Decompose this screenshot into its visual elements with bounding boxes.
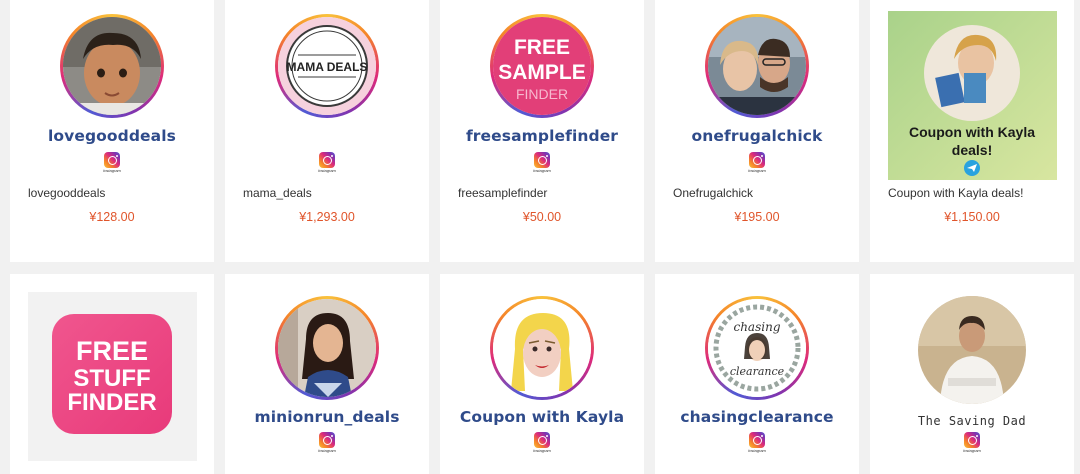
product-card[interactable]: minionrun_deals Instagram [225,274,429,474]
product-card[interactable]: The Saving Dad Instagram [870,274,1074,474]
account-handle[interactable]: chasingclearance [655,408,859,426]
svg-text:Coupon with Kayla: Coupon with Kayla [909,124,1035,140]
svg-text:deals!: deals! [952,142,992,158]
product-card[interactable]: FREE STUFF FINDER [10,274,214,474]
account-handle[interactable]: minionrun_deals [225,408,429,426]
product-name[interactable]: freesamplefinder [458,186,547,200]
product-card[interactable]: onefrugalchick Instagram Onefrugalchick … [655,0,859,262]
instagram-icon: Instagram [103,152,121,174]
product-grid: lovegooddeals Instagram lovegooddeals ¥1… [0,0,1080,474]
product-price: ¥128.00 [89,210,135,224]
svg-text:FINDER: FINDER [67,389,156,416]
instagram-icon: Instagram [748,152,766,174]
avatar-ring [490,296,594,400]
product-card[interactable]: lovegooddeals Instagram lovegooddeals ¥1… [10,0,214,262]
instagram-icon: Instagram [533,432,551,454]
product-price: ¥50.00 [522,210,562,224]
account-handle[interactable]: freesamplefinder [440,127,644,145]
product-card[interactable]: Coupon with Kayla Instagram [440,274,644,474]
avatar [278,299,376,397]
avatar: MAMA DEALS [278,17,376,115]
avatar [63,17,161,115]
account-handle[interactable]: Coupon with Kayla [440,408,644,426]
avatar-ring: MAMA DEALS [275,14,379,118]
avatar: chasing clearance [708,299,806,397]
svg-text:STUFF: STUFF [73,365,150,392]
svg-text:clearance: clearance [730,365,785,378]
product-name[interactable]: mama_deals [243,186,312,200]
product-price: ¥1,150.00 [944,210,1000,224]
instagram-icon: Instagram [318,152,336,174]
product-price: ¥1,293.00 [299,210,355,224]
avatar [918,296,1026,404]
product-name[interactable]: Coupon with Kayla deals! [888,186,1023,200]
product-card[interactable]: MAMA DEALS Instagram mama_deals ¥1,293.0… [225,0,429,262]
product-card[interactable]: FREE SAMPLE FINDER freesamplefinder Inst… [440,0,644,262]
account-handle[interactable]: onefrugalchick [655,127,859,145]
svg-text:FREE: FREE [514,36,570,59]
product-card[interactable]: chasing clearance chasingclearance Insta… [655,274,859,474]
svg-text:chasing: chasing [733,320,780,334]
avatar-ring: chasing clearance [705,296,809,400]
product-card[interactable]: Coupon with Kayla deals! Coupon with Kay… [870,0,1074,262]
avatar-ring: FREE SAMPLE FINDER [490,14,594,118]
product-name[interactable]: Onefrugalchick [673,186,753,200]
avatar: FREE SAMPLE FINDER [493,17,591,115]
avatar-ring [705,14,809,118]
instagram-icon: Instagram [748,432,766,454]
account-handle[interactable]: lovegooddeals [10,127,214,145]
product-image: Coupon with Kayla deals! [888,11,1057,180]
svg-text:FINDER: FINDER [516,86,568,102]
account-handle[interactable]: The Saving Dad [870,414,1074,428]
product-price: ¥195.00 [734,210,780,224]
instagram-icon: Instagram [963,432,981,454]
svg-text:FREE: FREE [76,336,148,366]
product-name[interactable]: lovegooddeals [28,186,105,200]
avatar-ring [275,296,379,400]
instagram-icon: Instagram [318,432,336,454]
avatar [708,17,806,115]
product-image: FREE STUFF FINDER [28,292,197,461]
avatar-ring [60,14,164,118]
avatar [493,299,591,397]
svg-text:SAMPLE: SAMPLE [498,61,586,84]
instagram-icon: Instagram [533,152,551,174]
svg-text:MAMA DEALS: MAMA DEALS [287,60,368,74]
